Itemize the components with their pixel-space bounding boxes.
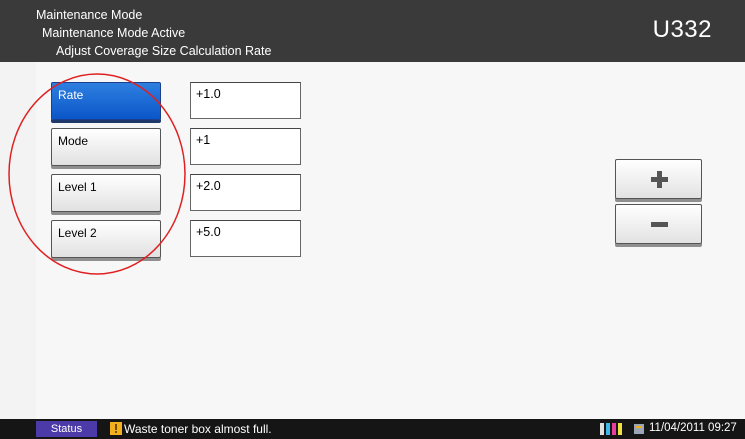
status-message: Waste toner box almost full. <box>124 422 272 436</box>
rate-button-label: Rate <box>58 88 84 102</box>
mode-value: +1 <box>196 133 211 147</box>
rate-value: +1.0 <box>196 87 221 101</box>
level1-value-field[interactable]: +2.0 <box>190 174 301 211</box>
minus-icon <box>651 222 668 227</box>
minus-button[interactable] <box>615 204 702 244</box>
warning-icon <box>110 422 122 435</box>
level2-value-field[interactable]: +5.0 <box>190 220 301 257</box>
level1-button[interactable]: Level 1 <box>51 174 161 212</box>
mode-button[interactable]: Mode <box>51 128 161 166</box>
header-function-name: Adjust Coverage Size Calculation Rate <box>56 44 272 58</box>
level2-button[interactable]: Level 2 <box>51 220 161 258</box>
status-bar: Status Waste toner box almost full. 11/0… <box>0 419 745 439</box>
status-datetime: 11/04/2011 09:27 <box>649 422 737 434</box>
level1-value: +2.0 <box>196 179 221 193</box>
header-title: Maintenance Mode <box>36 8 143 22</box>
plus-icon <box>651 171 668 188</box>
plus-button[interactable] <box>615 159 702 199</box>
job-icon <box>634 424 644 434</box>
toner-icon <box>600 423 622 435</box>
header-subtitle: Maintenance Mode Active <box>42 26 186 40</box>
mode-button-label: Mode <box>58 134 89 148</box>
level2-button-label: Level 2 <box>58 226 97 240</box>
mode-value-field[interactable]: +1 <box>190 128 301 165</box>
status-button[interactable]: Status <box>36 421 97 437</box>
level1-button-label: Level 1 <box>58 180 97 194</box>
rate-value-field[interactable]: +1.0 <box>190 82 301 119</box>
rate-button[interactable]: Rate <box>51 82 161 120</box>
level2-value: +5.0 <box>196 225 221 239</box>
maintenance-code: U332 <box>652 16 712 43</box>
header-bar: Maintenance Mode Maintenance Mode Active… <box>0 0 745 62</box>
